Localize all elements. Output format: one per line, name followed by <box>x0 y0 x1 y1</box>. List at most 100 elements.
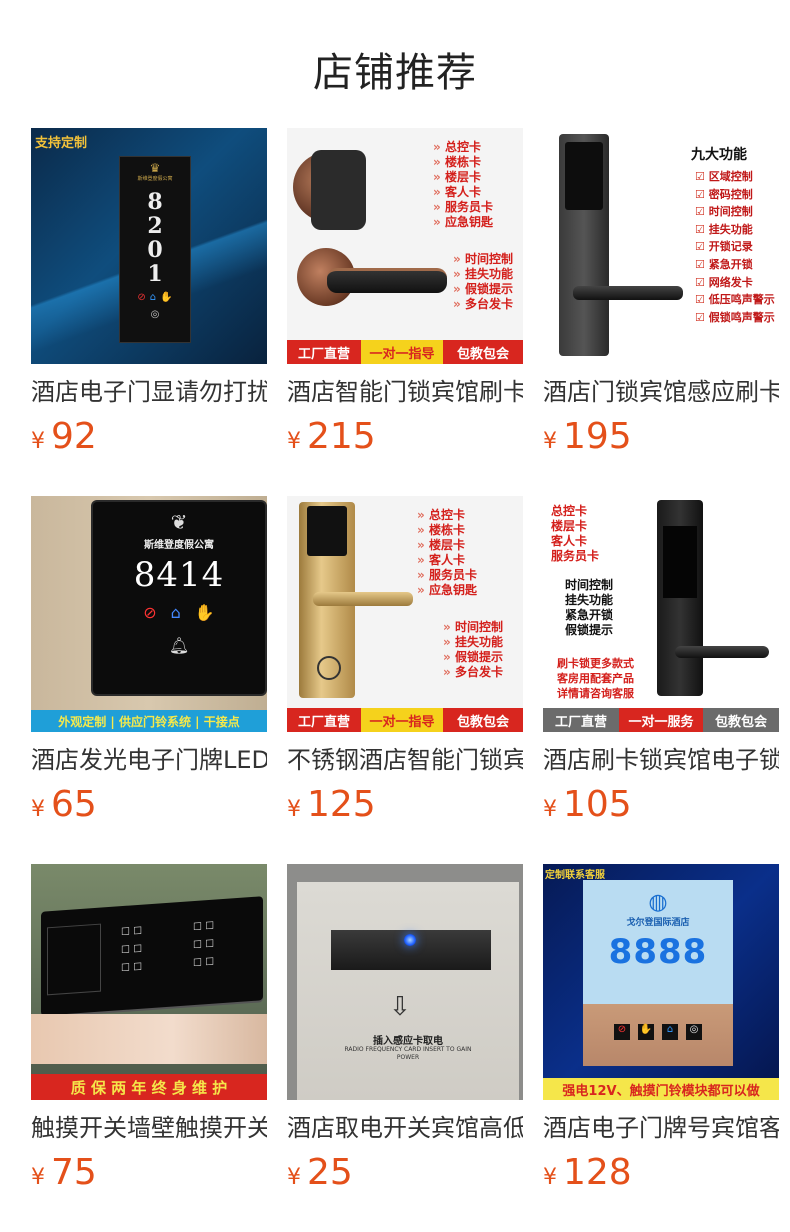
card-type: 客人卡 <box>417 553 477 568</box>
product-card[interactable]: 定制联系客服 ◍ 戈尔登国际酒店 8888 ⊘ ✋ ⌂ ◎ 强电12V、触摸门铃… <box>543 864 779 1200</box>
product-name[interactable]: 酒店电子门显请勿打扰 <box>31 376 267 408</box>
currency-symbol: ¥ <box>543 429 557 454</box>
card-type: 应急钥匙 <box>417 583 477 598</box>
feature-item: 紧急开锁 <box>565 608 614 622</box>
feature-item: 时间控制 <box>453 252 513 267</box>
price-value: 105 <box>563 784 632 825</box>
card-type: 总控卡 <box>417 508 477 523</box>
door-number: 8201 <box>147 189 163 287</box>
product-name[interactable]: 酒店智能门锁宾馆刷卡 <box>287 376 523 408</box>
door-number: 8414 <box>133 555 225 595</box>
card-type: 总控卡 <box>551 504 588 518</box>
product-price: ¥105 <box>543 784 632 825</box>
plate-top: ◍ 戈尔登国际酒店 8888 <box>583 880 733 1004</box>
status-icons: ⊘ ⌂ ✋ <box>137 292 173 303</box>
function-item: 密码控制 <box>695 186 775 204</box>
banner-segment: 工厂直营 <box>287 708 361 732</box>
banner-segment: 包教包会 <box>703 708 779 732</box>
function-item: 挂失功能 <box>695 221 775 239</box>
product-price: ¥195 <box>543 416 632 457</box>
service-icon: ✋ <box>194 603 215 622</box>
product-image[interactable]: 九大功能 区域控制 密码控制 时间控制 挂失功能 开锁记录 紧急开锁 网络发卡 … <box>543 128 779 364</box>
currency-symbol: ¥ <box>543 797 557 822</box>
product-image[interactable]: 总控卡 楼栋卡 楼层卡 客人卡 服务员卡 应急钥匙 时间控制 挂失功能 假锁提示… <box>287 128 523 364</box>
status-icons: ⊘ ⌂ ✋ <box>93 603 265 622</box>
product-image[interactable]: 总控卡 楼层卡 客人卡 服务员卡 时间控制 挂失功能 紧急开锁 假锁提示 刷卡锁… <box>543 496 779 732</box>
card-slot <box>47 923 101 996</box>
product-image[interactable]: ☐ ☐ ☐ ☐ ☐ ☐ ☐ ☐ ☐ ☐ ☐ ☐ 质 保 两 年 终 身 维 护 <box>31 864 267 1100</box>
card-list: 总控卡 楼层卡 客人卡 服务员卡 <box>551 504 599 564</box>
bell-icon: 🔔︎ <box>168 636 190 655</box>
product-image[interactable]: 总控卡 楼栋卡 楼层卡 客人卡 服务员卡 应急钥匙 时间控制 挂失功能 假锁提示… <box>287 496 523 732</box>
product-card[interactable]: 总控卡 楼栋卡 楼层卡 客人卡 服务员卡 应急钥匙 时间控制 挂失功能 假锁提示… <box>287 128 523 464</box>
switch-icons: ☐ ☐ ☐ ☐ ☐ ☐ <box>193 920 215 970</box>
card-type: 楼层卡 <box>417 538 477 553</box>
bell-icon: ◎ <box>150 309 160 320</box>
function-item: 低压鸣声警示 <box>695 291 775 309</box>
feature-item: 多台发卡 <box>443 665 503 680</box>
product-name[interactable]: 酒店发光电子门牌LED <box>31 744 267 776</box>
currency-symbol: ¥ <box>543 1165 557 1190</box>
status-icons: ⊘ ✋ ⌂ ◎ <box>583 1024 733 1040</box>
product-card[interactable]: ⇩ 插入感应卡取电 RADIO FREQUENCY CARD INSERT TO… <box>287 864 523 1200</box>
doorplate: ◍ 戈尔登国际酒店 8888 ⊘ ✋ ⌂ ◎ <box>583 880 733 1066</box>
price-value: 125 <box>307 784 376 825</box>
promo-banner: 工厂直营 一对一指导 包教包会 <box>287 708 523 732</box>
feature-item: 假锁提示 <box>565 623 614 637</box>
product-card[interactable]: 支持定制 ♛ 斯维登度假公寓 8201 ⊘ ⌂ ✋ ◎ 酒店电子门显请勿打扰 ¥92 <box>31 128 267 464</box>
product-price: ¥65 <box>31 784 97 825</box>
feature-item: 多台发卡 <box>453 297 513 312</box>
product-card[interactable]: 九大功能 区域控制 密码控制 时间控制 挂失功能 开锁记录 紧急开锁 网络发卡 … <box>543 128 779 464</box>
note-item: 刷卡锁更多款式 <box>557 657 634 670</box>
switch-icons: ☐ ☐ ☐ ☐ ☐ ☐ <box>121 925 143 975</box>
currency-symbol: ¥ <box>287 429 301 454</box>
door-number: 8888 <box>608 932 708 972</box>
product-card[interactable]: 总控卡 楼层卡 客人卡 服务员卡 时间控制 挂失功能 紧急开锁 假锁提示 刷卡锁… <box>543 496 779 832</box>
card-type: 楼层卡 <box>551 519 588 533</box>
function-item: 紧急开锁 <box>695 256 775 274</box>
feature-item: 假锁提示 <box>443 650 503 665</box>
price-value: 25 <box>307 1152 353 1193</box>
product-image[interactable]: 定制联系客服 ◍ 戈尔登国际酒店 8888 ⊘ ✋ ⌂ ◎ 强电12V、触摸门铃… <box>543 864 779 1100</box>
card-type: 服务员卡 <box>417 568 477 583</box>
product-name[interactable]: 酒店电子门牌号宾馆客房 <box>543 1112 779 1144</box>
doorplate: ♛ 斯维登度假公寓 8201 ⊘ ⌂ ✋ ◎ <box>119 156 191 343</box>
notes-list: 刷卡锁更多款式 客房用配套产品 详情请咨询客服 <box>557 656 634 701</box>
hotel-name: 斯维登度假公寓 <box>137 176 173 182</box>
price-value: 92 <box>51 416 97 457</box>
promo-banner: 外观定制 | 供应门铃系统 | 干接点 <box>31 710 267 732</box>
page-title: 店铺推荐 <box>313 50 477 96</box>
banner-segment: 工厂直营 <box>287 340 361 364</box>
product-image[interactable]: ⇩ 插入感应卡取电 RADIO FREQUENCY CARD INSERT TO… <box>287 864 523 1100</box>
product-name[interactable]: 酒店取电开关宾馆高低频 <box>287 1112 523 1144</box>
product-name[interactable]: 不锈钢酒店智能门锁宾馆 <box>287 744 523 776</box>
price-value: 215 <box>307 416 376 457</box>
function-item: 假锁鸣声警示 <box>695 309 775 327</box>
lock-lever <box>313 592 413 606</box>
keyhole-icon <box>317 656 341 680</box>
product-card[interactable]: 总控卡 楼栋卡 楼层卡 客人卡 服务员卡 应急钥匙 时间控制 挂失功能 假锁提示… <box>287 496 523 832</box>
product-image[interactable]: ❦ 斯维登度假公寓 8414 ⊘ ⌂ ✋ 🔔︎ 外观定制 | 供应门铃系统 | … <box>31 496 267 732</box>
banner-segment: 一对一指导 <box>361 708 443 732</box>
product-card[interactable]: ☐ ☐ ☐ ☐ ☐ ☐ ☐ ☐ ☐ ☐ ☐ ☐ 质 保 两 年 终 身 维 护 触摸开关… <box>31 864 267 1200</box>
product-name[interactable]: 触摸开关墙壁触摸开关 <box>31 1112 267 1144</box>
lock-panel <box>307 506 347 556</box>
customize-badge: 支持定制 <box>35 136 88 151</box>
product-name[interactable]: 酒店门锁宾馆感应刷卡 <box>543 376 779 408</box>
power-switch: ⇩ 插入感应卡取电 RADIO FREQUENCY CARD INSERT TO… <box>297 882 519 1100</box>
note-item: 详情请咨询客服 <box>557 687 634 700</box>
slot-text-en: RADIO FREQUENCY CARD INSERT TO GAIN POWE… <box>344 1046 472 1061</box>
product-image[interactable]: 支持定制 ♛ 斯维登度假公寓 8201 ⊘ ⌂ ✋ ◎ <box>31 128 267 364</box>
logo-icon: ❦ <box>170 510 188 534</box>
feature-item: 时间控制 <box>443 620 503 635</box>
indicator-light <box>404 934 416 946</box>
product-card[interactable]: ❦ 斯维登度假公寓 8414 ⊘ ⌂ ✋ 🔔︎ 外观定制 | 供应门铃系统 | … <box>31 496 267 832</box>
feature-item: 时间控制 <box>565 578 614 592</box>
feature-item: 挂失功能 <box>565 593 614 607</box>
card-type: 楼层卡 <box>433 170 493 185</box>
doorplate: ❦ 斯维登度假公寓 8414 ⊘ ⌂ ✋ 🔔︎ <box>93 502 265 694</box>
hotel-name: 戈尔登国际酒店 <box>626 918 690 928</box>
product-name[interactable]: 酒店刷卡锁宾馆电子锁 <box>543 744 779 776</box>
customize-badge: 定制联系客服 <box>545 870 605 881</box>
price-value: 75 <box>51 1152 97 1193</box>
